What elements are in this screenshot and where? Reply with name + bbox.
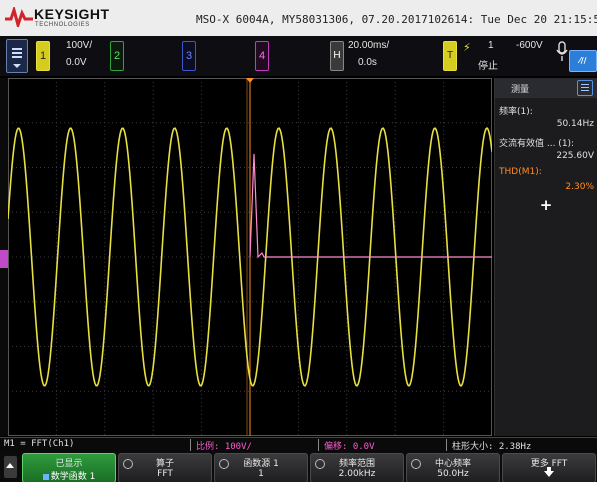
softkey-more-fft[interactable]: 更多 FFT: [502, 453, 596, 482]
checkbox-icon: [42, 473, 49, 480]
math-scale: 比例: 100V/: [196, 442, 252, 452]
main-menu-button[interactable]: [6, 39, 28, 73]
back-button[interactable]: [4, 456, 17, 478]
arrow-up-icon: [6, 463, 14, 468]
divider: [318, 439, 319, 451]
meas-1-value: 50.14Hz: [556, 119, 594, 129]
divider: [190, 439, 191, 451]
graticule: [8, 78, 492, 436]
softkey-span[interactable]: 频率范围 2.00kHz: [310, 453, 404, 482]
panel-menu-button[interactable]: [577, 80, 593, 96]
trigger-button[interactable]: T: [443, 41, 457, 71]
softkey-value: 1: [258, 469, 264, 479]
add-measurement-icon[interactable]: +: [539, 198, 553, 213]
trigger-edge-icon: ⚡: [463, 41, 471, 54]
oscilloscope-screen: KEYSIGHT TECHNOLOGIES MSO-X 6004A, MY580…: [0, 0, 597, 482]
divider: [446, 439, 447, 451]
control-bar: 1 100V/ 0.0V 2 3 4 H 20.00ms/ 0.0s T ⚡ 1…: [0, 36, 597, 76]
math-offset: 偏移: 0.0V: [324, 442, 375, 452]
trigger-level: -600V: [516, 40, 543, 51]
softkey-value: FFT: [157, 469, 173, 479]
panel-title: 测量: [511, 85, 530, 95]
ch1-scale: 100V/: [66, 40, 93, 51]
math-definition: M1 = FFT(Ch1): [4, 439, 75, 449]
acquisition-status: 停止: [478, 61, 498, 72]
menu-icon: [12, 48, 22, 50]
waveform-display[interactable]: [8, 78, 492, 436]
title-bar: KEYSIGHT TECHNOLOGIES MSO-X 6004A, MY580…: [0, 0, 597, 36]
softkey-bar: 已显示 数学函数 1 算子 FFT 函数源 1 1 频率范围 2.00kHz 中…: [0, 452, 597, 482]
brand-name: KEYSIGHT: [34, 6, 110, 22]
channel-2-button[interactable]: 2: [110, 41, 124, 71]
softkey-operator[interactable]: 算子 FFT: [118, 453, 212, 482]
meas-2-name: 交流有效值 ... (1):: [499, 139, 575, 149]
touch-screen-button[interactable]: ⁄∕∕: [569, 50, 597, 72]
meas-2-value: 225.60V: [556, 151, 594, 161]
time-delay: 0.0s: [358, 57, 377, 68]
list-icon: [581, 84, 589, 85]
time-scale: 20.00ms/: [348, 40, 390, 51]
softkey-label: 中心频率: [434, 459, 471, 469]
chevron-down-icon: [13, 64, 21, 68]
softkey-label: 算子: [155, 459, 174, 469]
instrument-info: MSO-X 6004A, MY58031306, 07.20.201710261…: [196, 13, 597, 26]
channel-1-button[interactable]: 1: [36, 41, 50, 71]
horizontal-button[interactable]: H: [330, 41, 344, 71]
channel-4-button[interactable]: 4: [255, 41, 269, 71]
math-info-line: M1 = FFT(Ch1) 比例: 100V/ 偏移: 0.0V 柱形大小: 2…: [0, 437, 597, 452]
softkey-value: 2.00kHz: [338, 469, 376, 479]
arrow-down-icon: [544, 467, 554, 477]
fft-bin-size: 柱形大小: 2.38Hz: [452, 442, 532, 452]
brand-subtitle: TECHNOLOGIES: [35, 22, 90, 28]
trigger-source: 1: [488, 40, 494, 51]
softkey-displayed[interactable]: 已显示 数学函数 1: [22, 453, 116, 482]
ch1-offset: 0.0V: [66, 57, 87, 68]
softkey-label: 函数源 1: [243, 459, 279, 469]
microphone-icon[interactable]: [556, 41, 568, 63]
ch1-ground-marker[interactable]: [0, 250, 8, 268]
softkey-label: 频率范围: [338, 459, 375, 469]
meas-3-value: 2.30%: [565, 182, 594, 192]
panel-header: 测量: [495, 78, 597, 98]
softkey-value: 50.0Hz: [437, 469, 469, 479]
softkey-center-frequency[interactable]: 中心频率 50.0Hz: [406, 453, 500, 482]
keysight-logo-icon: [5, 7, 33, 27]
meas-1-name: 频率(1):: [499, 107, 533, 117]
measurement-panel: 测量 频率(1): 50.14Hz 交流有效值 ... (1): 225.60V…: [494, 78, 597, 436]
channel-3-button[interactable]: 3: [182, 41, 196, 71]
meas-3-name: THD(M1):: [499, 167, 542, 177]
softkey-value: 数学函数 1: [23, 469, 115, 482]
softkey-source[interactable]: 函数源 1 1: [214, 453, 308, 482]
softkey-label: 已显示: [55, 459, 83, 469]
